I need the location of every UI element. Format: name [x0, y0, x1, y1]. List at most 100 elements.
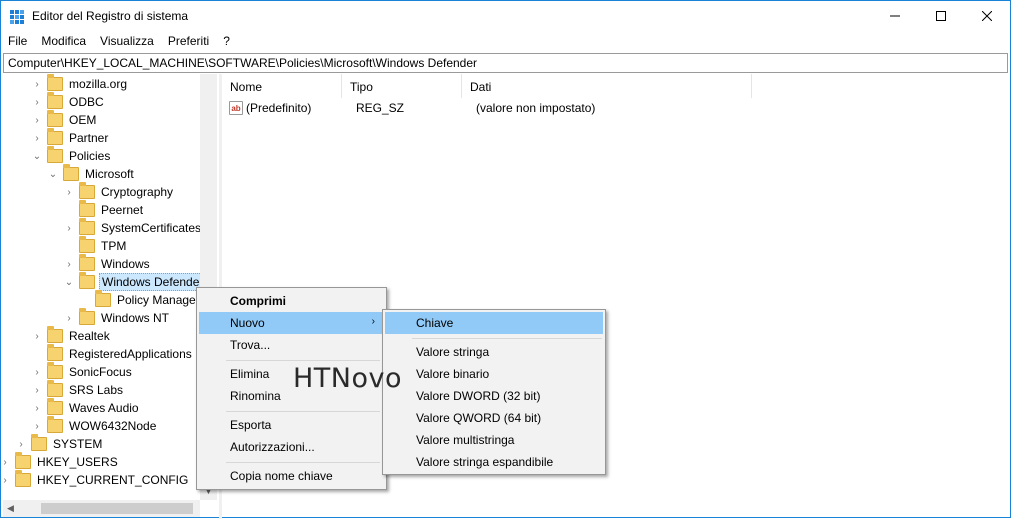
collapse-arrow-icon[interactable]: ⌄: [31, 147, 43, 165]
collapse-arrow-icon[interactable]: ⌄: [63, 273, 75, 291]
expand-arrow-icon[interactable]: ›: [63, 309, 75, 327]
maximize-button[interactable]: [918, 1, 964, 31]
tree-item-label: WOW6432Node: [69, 419, 157, 433]
folder-icon: [47, 146, 63, 163]
folder-icon: [79, 236, 95, 253]
menu-item-valore-stringa-espandibile[interactable]: Valore stringa espandibile: [385, 451, 603, 473]
scroll-left-icon[interactable]: ◀: [7, 503, 14, 514]
expand-arrow-icon[interactable]: ›: [3, 471, 11, 489]
menu-item-valore-dword[interactable]: Valore DWORD (32 bit): [385, 385, 603, 407]
value-name: (Predefinito): [246, 101, 312, 115]
menu-item-nuovo[interactable]: Nuovo ›: [199, 312, 384, 334]
menu-separator: [226, 462, 380, 463]
menu-item-trova[interactable]: Trova...: [199, 334, 384, 356]
expand-arrow-icon[interactable]: ›: [63, 219, 75, 237]
address-bar[interactable]: Computer\HKEY_LOCAL_MACHINE\SOFTWARE\Pol…: [3, 53, 1008, 73]
expand-arrow-icon[interactable]: ›: [31, 93, 43, 111]
tree-item-tpm[interactable]: TPM: [63, 236, 128, 255]
menu-item-label: Nuovo: [230, 316, 265, 330]
expand-arrow-icon[interactable]: ›: [63, 183, 75, 201]
menu-modifica[interactable]: Modifica: [34, 32, 93, 52]
tree-item-registeredapplications[interactable]: RegisteredApplications: [31, 344, 194, 363]
tree-item-label: OEM: [69, 113, 97, 127]
menu-visualizza[interactable]: Visualizza: [93, 32, 161, 52]
menu-item-comprimi[interactable]: Comprimi: [199, 290, 384, 312]
column-header-nome[interactable]: Nome: [222, 74, 342, 98]
tree-item-label: Policies: [69, 149, 111, 163]
expand-arrow-icon[interactable]: ›: [15, 435, 27, 453]
tree-item-microsoft[interactable]: ⌄ Microsoft: [47, 164, 136, 183]
close-button[interactable]: [964, 1, 1010, 31]
registry-editor-icon: [10, 10, 24, 24]
tree-item-label: ODBC: [69, 95, 104, 109]
menu-help[interactable]: ?: [216, 32, 237, 52]
tree-item-label: SystemCertificates: [101, 221, 202, 235]
tree-item-waves-audio[interactable]: › Waves Audio: [31, 398, 141, 417]
tree-item-label: SonicFocus: [69, 365, 132, 379]
tree-item-wow6432node[interactable]: › WOW6432Node: [31, 416, 158, 435]
value-data: (valore non impostato): [476, 101, 596, 115]
tree-item-mozilla[interactable]: › mozilla.org: [31, 74, 129, 93]
expand-arrow-icon[interactable]: ›: [31, 363, 43, 381]
menu-file[interactable]: File: [1, 32, 34, 52]
menu-preferiti[interactable]: Preferiti: [161, 32, 216, 52]
tree-item-label: HKEY_USERS: [37, 455, 118, 469]
folder-icon: [95, 290, 111, 307]
tree-item-label: Windows: [101, 257, 150, 271]
expand-arrow-icon[interactable]: ›: [31, 129, 43, 147]
menu-item-autorizzazioni[interactable]: Autorizzazioni...: [199, 436, 384, 458]
folder-icon: [63, 164, 79, 181]
menu-separator: [412, 338, 602, 339]
menu-item-valore-multistringa[interactable]: Valore multistringa: [385, 429, 603, 451]
expand-arrow-icon[interactable]: ›: [3, 453, 11, 471]
tree-item-realtek[interactable]: › Realtek: [31, 326, 112, 345]
tree-item-hkey-users[interactable]: › HKEY_USERS: [3, 452, 120, 471]
tree-item-windows[interactable]: › Windows: [63, 254, 152, 273]
tree-item-hkey-current-config[interactable]: › HKEY_CURRENT_CONFIG: [3, 470, 190, 489]
menu-item-valore-binario[interactable]: Valore binario: [385, 363, 603, 385]
tree-item-policies[interactable]: ⌄ Policies: [31, 146, 112, 165]
expand-arrow-icon[interactable]: ›: [31, 75, 43, 93]
folder-icon: [79, 272, 95, 289]
tree-item-odbc[interactable]: › ODBC: [31, 92, 106, 111]
tree-item-windows-defender[interactable]: ⌄ Windows Defender: [63, 272, 207, 291]
expand-arrow-icon[interactable]: ›: [31, 399, 43, 417]
menu-item-chiave[interactable]: Chiave: [385, 312, 603, 334]
menu-item-valore-qword[interactable]: Valore QWORD (64 bit): [385, 407, 603, 429]
tree-item-partner[interactable]: › Partner: [31, 128, 110, 147]
registry-editor-window: Editor del Registro di sistema File Modi…: [0, 0, 1011, 519]
column-header-dati[interactable]: Dati: [462, 74, 752, 98]
tree-item-label: Cryptography: [101, 185, 174, 199]
menu-item-valore-stringa[interactable]: Valore stringa: [385, 341, 603, 363]
tree-item-system[interactable]: › SYSTEM: [15, 434, 104, 453]
expand-arrow-icon[interactable]: ›: [31, 327, 43, 345]
menu-item-esporta[interactable]: Esporta: [199, 414, 384, 436]
column-header-tipo[interactable]: Tipo: [342, 74, 462, 98]
folder-icon: [79, 254, 95, 271]
folder-icon: [47, 380, 63, 397]
menu-item-copia-nome-chiave[interactable]: Copia nome chiave: [199, 465, 384, 487]
folder-icon: [31, 434, 47, 451]
tree-item-policy-manager[interactable]: Policy Manager: [79, 290, 202, 309]
menu-separator: [226, 360, 380, 361]
tree-horizontal-scrollbar[interactable]: ◀: [3, 500, 200, 517]
tree-item-systemcertificates[interactable]: › SystemCertificates: [63, 218, 203, 237]
tree-item-windows-nt[interactable]: › Windows NT: [63, 308, 171, 327]
tree-item-cryptography[interactable]: › Cryptography: [63, 182, 175, 201]
tree-item-label: mozilla.org: [69, 77, 128, 91]
folder-icon: [47, 92, 63, 109]
minimize-button[interactable]: [872, 1, 918, 31]
collapse-arrow-icon[interactable]: ⌄: [47, 165, 59, 183]
expand-arrow-icon[interactable]: ›: [31, 417, 43, 435]
tree-item-srs-labs[interactable]: › SRS Labs: [31, 380, 125, 399]
expand-arrow-icon[interactable]: ›: [31, 381, 43, 399]
tree-item-label-selected: Windows Defender: [99, 273, 207, 291]
tree-item-oem[interactable]: › OEM: [31, 110, 98, 129]
expand-arrow-icon[interactable]: ›: [63, 255, 75, 273]
scroll-thumb[interactable]: [41, 503, 193, 514]
expand-arrow-icon[interactable]: ›: [31, 111, 43, 129]
tree-item-peernet[interactable]: Peernet: [63, 200, 145, 219]
table-row[interactable]: ab (Predefinito) REG_SZ (valore non impo…: [222, 99, 595, 117]
tree-item-sonicfocus[interactable]: › SonicFocus: [31, 362, 134, 381]
